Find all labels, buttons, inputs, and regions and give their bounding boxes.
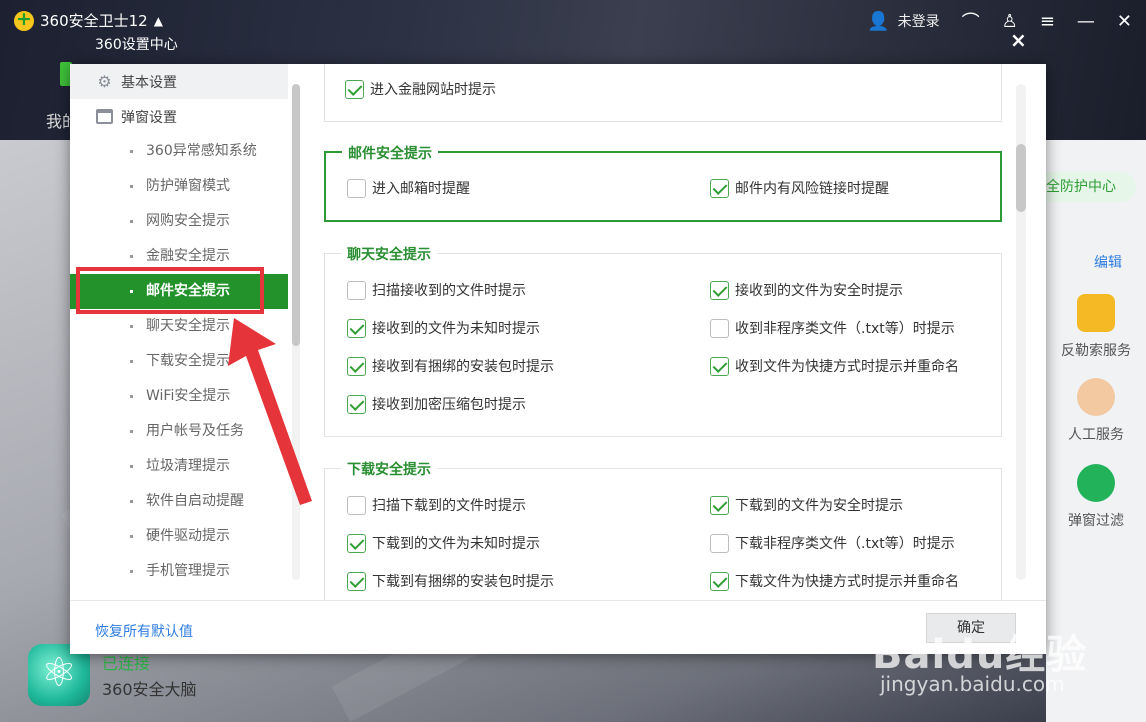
annotation-arrow [228,318,312,505]
arrow-icon [228,318,312,505]
watermark-url: jingyan.baidu.com [880,672,1065,696]
